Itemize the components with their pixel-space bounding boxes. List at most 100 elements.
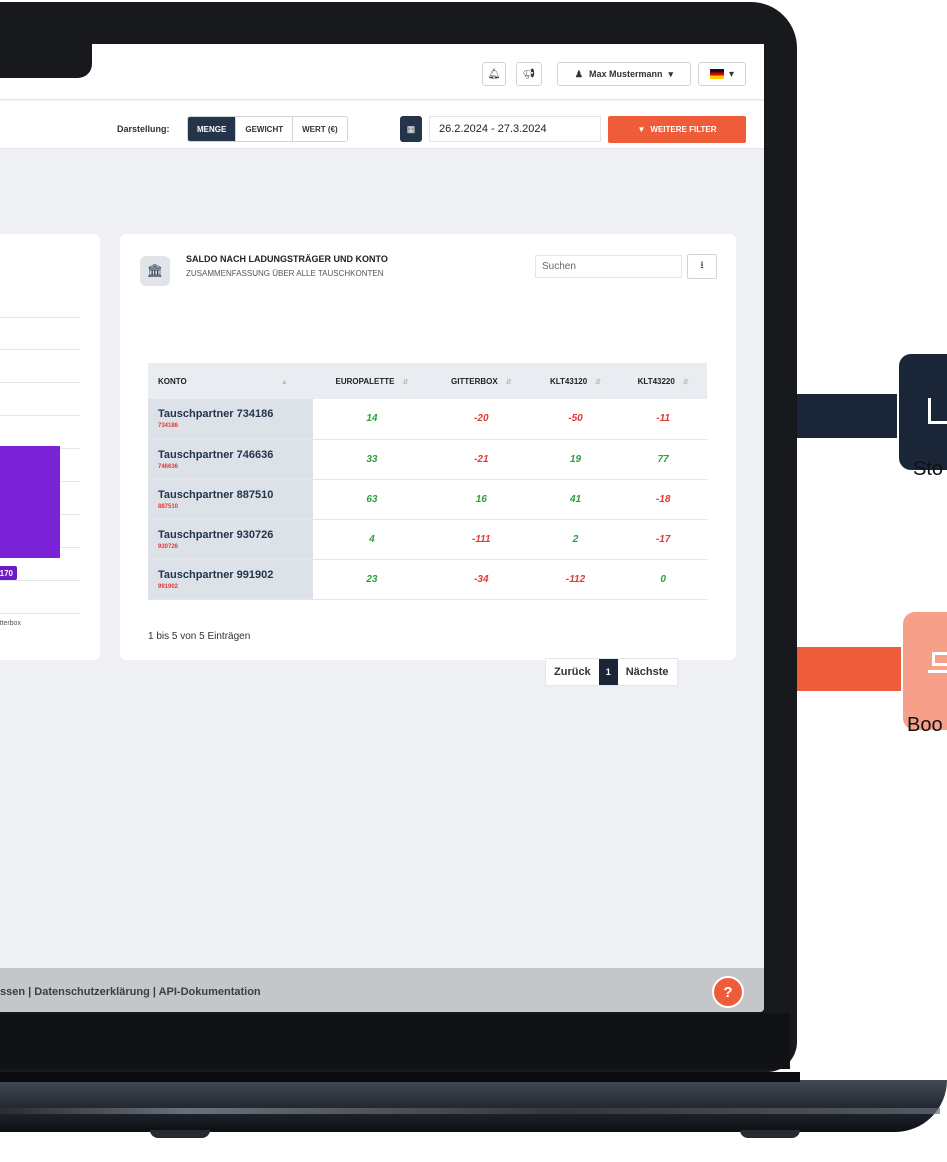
notifications-button[interactable]: 🔔︎: [482, 62, 506, 86]
laptop-base-shine: [0, 1108, 940, 1114]
laptop-icon: [932, 652, 947, 666]
user-menu-button[interactable]: ♟ Max Mustermann ▾: [557, 62, 691, 86]
balance-cell: -11: [619, 399, 707, 440]
laptop-base: [0, 1080, 947, 1132]
bell-icon: 🔔︎: [487, 68, 501, 80]
chart-card: -170 itterbox: [0, 234, 100, 660]
balance-cell: 4: [313, 519, 431, 560]
balance-cell: -34: [430, 559, 532, 600]
table-row[interactable]: Tauschpartner 746636 746636 33 -21 19 77: [148, 439, 707, 480]
pagination-page-button[interactable]: 1: [598, 659, 618, 685]
gridline: [0, 349, 80, 350]
account-id: 746636: [158, 463, 179, 470]
balance-cell: 0: [619, 559, 707, 600]
document-icon: [928, 398, 947, 424]
chart-bar: [0, 446, 60, 558]
laptop-chin: [0, 1013, 790, 1069]
column-header-europalette[interactable]: EUROPALETTE ⇵: [313, 363, 431, 399]
filter-icon: ▼: [637, 125, 646, 134]
column-header-label: KLT43120: [549, 376, 588, 386]
balance-cell: -111: [430, 519, 532, 560]
gridline: [0, 382, 80, 383]
user-icon: ♟: [574, 68, 583, 79]
sort-icon: ▲: [280, 378, 288, 386]
account-cell[interactable]: Tauschpartner 930726 930726: [148, 519, 313, 560]
column-header-label: EUROPALETTE: [335, 376, 395, 386]
laptop-hinge: [0, 1072, 800, 1082]
sort-icon: ⇵: [505, 378, 512, 386]
pagination: Zurück 1 Nächste: [545, 658, 678, 686]
chevron-down-icon: ▾: [728, 68, 735, 80]
search-input[interactable]: Suchen: [535, 255, 682, 278]
pagination-prev-button[interactable]: Zurück: [546, 659, 599, 685]
laptop-foot: [150, 1130, 210, 1138]
sort-icon: ⇵: [595, 378, 602, 386]
balance-cell: 2: [531, 519, 620, 560]
column-header-label: KLT43220: [637, 376, 675, 386]
pagination-next-button[interactable]: Nächste: [618, 659, 677, 685]
table-entries-info: 1 bis 5 von 5 Einträgen: [148, 631, 251, 642]
balance-cell: -18: [619, 479, 707, 520]
announcements-button[interactable]: 📢︎: [516, 62, 542, 86]
account-cell[interactable]: Tauschpartner 887510 887510: [148, 479, 313, 520]
chart-x-axis-label: itterbox: [0, 620, 21, 627]
sort-icon: ⇵: [682, 378, 689, 386]
column-header-klt43220[interactable]: KLT43220 ⇵: [619, 363, 707, 399]
account-name: Tauschpartner 887510: [158, 488, 274, 501]
column-header-konto[interactable]: KONTO ▲: [148, 363, 313, 399]
gridline: [0, 415, 80, 416]
bank-icon: 🏛︎: [140, 256, 170, 286]
connector-bar-orange: [797, 647, 901, 691]
feature-label-2: Boo: [907, 714, 943, 736]
table-row[interactable]: Tauschpartner 734186 734186 14 -20 -50 -11: [148, 399, 707, 440]
display-mode-label: Darstellung:: [117, 124, 170, 134]
footer-links[interactable]: ssen | Datenschutzerklärung | API-Dokume…: [0, 986, 261, 998]
balance-cell: -50: [531, 399, 620, 440]
laptop-foot: [740, 1130, 800, 1138]
account-cell[interactable]: Tauschpartner 746636 746636: [148, 439, 313, 480]
table-body: Tauschpartner 734186 734186 14 -20 -50 -11 Tau…: [148, 399, 707, 600]
more-filters-button[interactable]: ▼ WEITERE FILTER: [608, 116, 746, 143]
balance-cell: 16: [430, 479, 532, 520]
display-mode-toggle: MENGE GEWICHT WERT (€): [187, 116, 348, 142]
account-id: 887510: [158, 503, 179, 510]
download-button[interactable]: ⭳: [687, 254, 717, 279]
balance-cell: 33: [313, 439, 431, 480]
column-header-label: KONTO: [158, 376, 187, 386]
gridline: [0, 613, 80, 614]
account-id: 930726: [158, 543, 179, 550]
megaphone-icon: 📢︎: [522, 68, 536, 80]
table-row[interactable]: Tauschpartner 930726 930726 4 -111 2 -17: [148, 519, 707, 560]
balance-cell: 41: [531, 479, 620, 520]
balance-cell: 14: [313, 399, 431, 440]
column-header-label: GITTERBOX: [451, 376, 498, 386]
user-name: Max Mustermann: [589, 69, 663, 79]
download-icon: ⭳: [700, 260, 704, 271]
mode-gewicht-button[interactable]: GEWICHT: [236, 117, 294, 141]
account-id: 734186: [158, 423, 179, 430]
account-name: Tauschpartner 991902: [158, 568, 274, 581]
account-cell[interactable]: Tauschpartner 734186 734186: [148, 399, 313, 440]
german-flag-icon: [709, 69, 724, 79]
mode-wert-button[interactable]: WERT (€): [293, 117, 347, 141]
account-name: Tauschpartner 930726: [158, 528, 274, 541]
table-row[interactable]: Tauschpartner 887510 887510 63 16 41 -18: [148, 479, 707, 520]
date-range-input[interactable]: 26.2.2024 - 27.3.2024: [429, 116, 601, 142]
table-row[interactable]: Tauschpartner 991902 991902 23 -34 -112 0: [148, 559, 707, 600]
balance-cell: -21: [430, 439, 532, 480]
help-icon[interactable]: ?: [712, 976, 744, 1008]
column-header-gitterbox[interactable]: GITTERBOX ⇵: [430, 363, 532, 399]
column-header-klt43120[interactable]: KLT43120 ⇵: [531, 363, 620, 399]
account-name: Tauschpartner 734186: [158, 408, 274, 421]
more-filters-label: WEITERE FILTER: [650, 125, 717, 134]
mode-menge-button[interactable]: MENGE: [188, 117, 237, 141]
calendar-icon[interactable]: ▦: [400, 116, 422, 142]
account-cell[interactable]: Tauschpartner 991902 991902: [148, 559, 313, 600]
language-selector[interactable]: ▾: [698, 62, 746, 86]
balance-cell: 77: [619, 439, 707, 480]
balance-table: KONTO ▲ EUROPALETTE ⇵ GITTERBOX ⇵ KLT43120…: [148, 363, 707, 600]
gridline: [0, 580, 80, 581]
app-screen: 🔔︎ 📢︎ ♟ Max Mustermann ▾ ▾ Darstellung: …: [0, 44, 764, 1012]
balance-cell: -112: [531, 559, 620, 600]
laptop-notch: [0, 30, 92, 78]
